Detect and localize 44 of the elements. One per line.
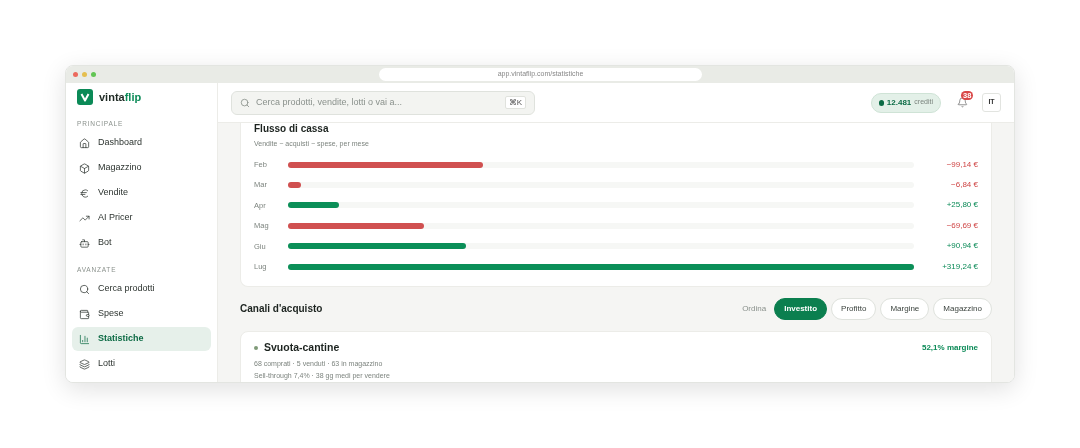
maximize-window-icon[interactable]	[91, 72, 96, 77]
amount-label: −99,14 €	[945, 158, 978, 171]
amount-label: −69,69 €	[945, 219, 978, 232]
nav-item[interactable]: Cerca prodotti	[72, 277, 211, 301]
amount-label: +25,80 €	[945, 199, 978, 212]
search-icon	[79, 283, 90, 295]
nav-item[interactable]: Dashboard	[72, 131, 211, 155]
channel-name: Svuota-cantine	[264, 339, 340, 355]
minimize-window-icon[interactable]	[82, 72, 87, 77]
brand-name: vintaflip	[99, 89, 142, 105]
search-placeholder: Cerca prodotti, vendite, lotti o vai a...	[256, 95, 404, 109]
nav-item[interactable]: AI Pricer	[72, 206, 211, 230]
close-window-icon[interactable]	[73, 72, 78, 77]
nav-item[interactable]: Spese	[72, 302, 211, 326]
wallet-icon	[79, 308, 90, 320]
credits-amount: 12.481	[886, 96, 912, 109]
search-icon	[240, 97, 250, 108]
sort-option[interactable]: Investito	[774, 297, 828, 320]
search-field[interactable]: Cerca prodotti, vendite, lotti o vai a... ⌘K	[231, 90, 535, 115]
amount-label: +319,24 €	[941, 260, 978, 273]
nav-item[interactable]: Statistiche	[72, 327, 211, 351]
nav-item[interactable]: Magazzino	[72, 156, 211, 180]
robot-icon	[79, 237, 90, 249]
drop-icon	[878, 99, 884, 106]
logo-icon	[77, 89, 93, 105]
channel-margin: 52,1% margine	[921, 341, 978, 354]
sort-label: Ordina	[742, 302, 767, 315]
nav-item[interactable]: Bot	[72, 231, 211, 255]
sort-option[interactable]: Magazzino	[933, 297, 992, 320]
euro-icon	[79, 187, 90, 199]
house-icon	[79, 137, 90, 149]
amount-label: +90,94 €	[945, 240, 978, 253]
sort-option[interactable]: Profitto	[831, 297, 877, 320]
amount-label: −6,84 €	[950, 179, 978, 192]
nav-item[interactable]: Vendite	[72, 181, 211, 205]
cube-icon	[79, 162, 90, 174]
bar-chart-icon	[79, 333, 90, 345]
shortcut-key: ⌘K	[504, 96, 526, 109]
layers-icon	[79, 358, 90, 370]
sort-option[interactable]: Margine	[880, 297, 930, 320]
notification-bell-icon[interactable]	[956, 97, 968, 108]
card-title: Flusso di cassa	[254, 123, 330, 135]
nav-item[interactable]: Lotti	[72, 352, 211, 376]
section-heading: Canali d'acquisto	[240, 302, 323, 317]
